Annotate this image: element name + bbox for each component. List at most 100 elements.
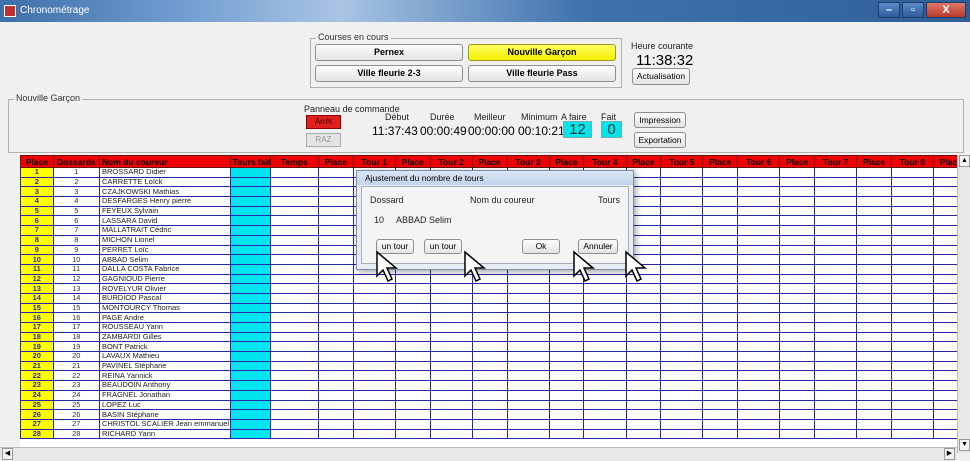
minimize-button[interactable]: – (878, 2, 900, 18)
place-cell: 2 (20, 176, 54, 188)
vertical-scrollbar[interactable]: ▲ ▼ (957, 155, 970, 453)
scroll-left-icon[interactable]: ◀ (2, 448, 13, 460)
column-header[interactable]: Tour 8 (890, 155, 935, 168)
column-header[interactable]: Nom du coureur (98, 155, 231, 168)
column-header[interactable]: Place (548, 155, 585, 168)
lap-cell (814, 351, 858, 362)
column-header[interactable]: Place (20, 155, 54, 168)
table-row[interactable]: 19 19 BONT Patrick (20, 341, 960, 353)
column-header[interactable]: Tour 1 (352, 155, 396, 168)
column-header[interactable]: Tours fait (229, 155, 271, 168)
runner-name-cell: GAGNIOUD Pierre (98, 273, 231, 285)
column-header[interactable]: Tour 4 (583, 155, 627, 168)
lap-cell (702, 167, 739, 178)
column-header[interactable]: Dossards (52, 155, 100, 168)
maximize-button[interactable]: ▫ (902, 2, 924, 18)
lap-cell (352, 418, 396, 430)
lap-cell (890, 409, 935, 420)
table-row[interactable]: 18 18 ZAMBARDI Gilles (20, 331, 960, 343)
scroll-down-icon[interactable]: ▼ (959, 439, 970, 451)
lap-cell (269, 370, 320, 382)
table-row[interactable]: 24 24 FRAGNEL Jonathan (20, 389, 960, 401)
lap-cell (506, 418, 550, 430)
column-header[interactable]: Place (625, 155, 662, 168)
lap-cell (890, 225, 935, 236)
lap-cell (702, 263, 739, 275)
column-header[interactable]: Place (318, 155, 354, 168)
scroll-right-icon[interactable]: ▶ (944, 448, 955, 460)
lap-cell (856, 322, 892, 333)
add-lap-button[interactable]: un tour (424, 239, 462, 254)
column-header[interactable]: Tour 5 (660, 155, 704, 168)
lap-cell (660, 254, 704, 265)
laps-done-cell (229, 263, 271, 275)
close-button[interactable]: X (926, 2, 966, 18)
lap-cell (583, 370, 627, 382)
column-header[interactable]: Tour 3 (506, 155, 550, 168)
column-header[interactable]: Tour 2 (429, 155, 473, 168)
race-group-label: Nouville Garçon (14, 93, 83, 103)
lap-cell (429, 380, 473, 391)
course-button-pernex[interactable]: Pernex (315, 44, 463, 61)
lap-cell (394, 273, 431, 285)
column-header[interactable]: Place (394, 155, 431, 168)
table-row[interactable]: 21 21 PAVINEL Stéphane (20, 360, 960, 372)
refresh-button[interactable]: Actualisation (632, 68, 690, 85)
lap-cell (890, 341, 935, 353)
ok-button[interactable]: Ok (522, 239, 560, 254)
lap-cell (625, 331, 662, 343)
lap-cell (394, 341, 431, 353)
lap-cell (702, 215, 739, 227)
lap-cell (660, 176, 704, 188)
lap-cell (702, 273, 739, 285)
column-header[interactable]: Place (471, 155, 508, 168)
lap-cell (814, 389, 858, 401)
table-row[interactable]: 27 27 CHRISTOL SCALIER Jean emmanuel (20, 418, 960, 430)
course-button-ville-fleurie-pass[interactable]: Ville fleurie Pass (468, 65, 616, 82)
lap-cell (429, 409, 473, 420)
lap-cell (506, 331, 550, 343)
table-row[interactable]: 20 20 LAVAUX Mathieu (20, 351, 960, 362)
lap-cell (856, 370, 892, 382)
table-row[interactable]: 14 14 BURDIOD Pascal (20, 292, 960, 304)
lap-cell (625, 399, 662, 411)
lap-cell (269, 225, 320, 236)
lap-cell (814, 273, 858, 285)
scroll-up-icon[interactable]: ▲ (959, 155, 970, 167)
column-header[interactable]: Temps (269, 155, 320, 168)
lap-cell (429, 283, 473, 294)
table-row[interactable]: 13 13 ROVELYUR Olivier (20, 283, 960, 294)
export-button[interactable]: Exportation (634, 132, 686, 148)
column-header[interactable]: Place (856, 155, 892, 168)
horizontal-scrollbar[interactable]: ◀ ▶ (0, 447, 957, 461)
print-button[interactable]: Impression (634, 112, 686, 128)
table-row[interactable]: 25 25 LOPEZ Luc (20, 399, 960, 411)
lap-cell (471, 312, 508, 323)
lap-cell (702, 292, 739, 304)
runner-name-cell: BURDIOD Pascal (98, 292, 231, 304)
lap-cell (318, 292, 354, 304)
table-row[interactable]: 22 22 REINA Yannick (20, 370, 960, 382)
lap-cell (318, 351, 354, 362)
column-header[interactable]: Place (702, 155, 739, 168)
lap-cell (625, 283, 662, 294)
table-row[interactable]: 23 23 BEAUDOIN Anthony (20, 380, 960, 391)
stop-button[interactable]: Arrêt (306, 115, 341, 129)
course-button-nouville-garcon[interactable]: Nouville Garçon (468, 44, 616, 61)
column-header[interactable]: Place (779, 155, 816, 168)
lap-cell (352, 389, 396, 401)
table-row[interactable]: 26 26 BASIN Stéphane (20, 409, 960, 420)
laps-done-cell (229, 360, 271, 372)
course-button-ville-fleurie-2-3[interactable]: Ville fleurie 2-3 (315, 65, 463, 82)
table-row[interactable]: 17 17 ROUSSEAU Yann (20, 322, 960, 333)
table-row[interactable]: 28 28 RICHARD Yann (20, 428, 960, 440)
reset-button[interactable]: RAZ (306, 133, 341, 147)
column-header[interactable]: Tour 6 (737, 155, 781, 168)
lap-cell (660, 186, 704, 198)
table-row[interactable]: 15 15 MONTOURCY Thomas (20, 302, 960, 314)
lap-cell (318, 205, 354, 217)
table-row[interactable]: 16 16 PAGE Andre (20, 312, 960, 323)
column-header[interactable]: Tour 7 (814, 155, 858, 168)
table-row[interactable]: 12 12 GAGNIOUD Pierre (20, 273, 960, 285)
pointer-cursor-icon (573, 250, 596, 283)
